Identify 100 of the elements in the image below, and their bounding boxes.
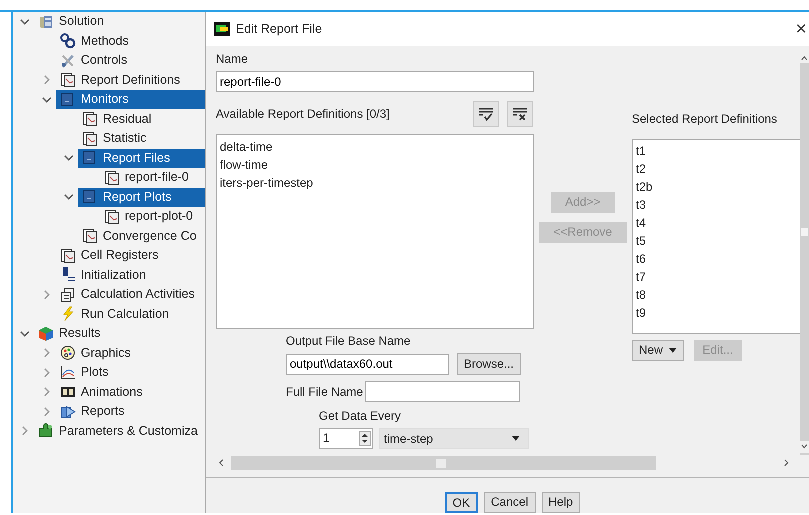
tree-item-label: Statistic — [103, 130, 147, 148]
cube-icon — [38, 326, 54, 342]
list-label: Available Report Definitions [0/3] — [216, 106, 390, 123]
chevron-icon[interactable] — [64, 193, 74, 202]
tree-item-label: Calculation Activities — [81, 286, 195, 304]
tree-item[interactable]: Statistic — [78, 129, 205, 148]
tree-item[interactable]: Solution — [34, 12, 205, 32]
chevron-icon[interactable] — [42, 96, 52, 104]
tree-item[interactable]: report-plot-0 — [100, 207, 205, 226]
document-icon — [82, 189, 98, 206]
new-button[interactable]: New — [632, 340, 684, 361]
button[interactable]: Help — [542, 492, 580, 513]
palette-icon — [60, 345, 76, 362]
tree-item-label: Cell Registers — [81, 247, 159, 264]
field-label: Get Data Every — [318, 408, 402, 425]
available-list[interactable]: delta-time flow-time iters-per-timestep — [216, 134, 534, 329]
tree-item[interactable]: report-file-0 — [100, 168, 205, 188]
list-item[interactable]: flow-time — [220, 156, 530, 174]
list-label: Selected Report Definitions — [632, 111, 778, 128]
initialization-icon — [60, 267, 76, 284]
name-field[interactable]: report-file-0 — [216, 71, 534, 92]
tree-item[interactable]: Methods — [56, 32, 205, 51]
lines-x-icon — [512, 107, 528, 121]
chart-document-icon — [60, 248, 76, 264]
tree-item-label: Report Files — [103, 150, 170, 167]
field-label: Full File Name — [286, 384, 364, 400]
vertical-scrollbar[interactable] — [800, 53, 809, 455]
tree-item[interactable]: Initialization — [56, 266, 205, 285]
tree-item-label: Monitors — [81, 91, 129, 108]
tree-item[interactable]: Reports — [56, 402, 205, 422]
spinner-arrows-icon[interactable] — [359, 431, 371, 446]
list-item[interactable]: t6 — [636, 250, 800, 268]
tree-item-label: Animations — [81, 384, 143, 401]
tree-item[interactable]: Plots — [56, 363, 205, 382]
line-chart-icon — [60, 364, 76, 381]
tree-item-label: Plots — [81, 364, 109, 382]
caret-icon — [512, 436, 520, 441]
chart-document-icon — [82, 228, 98, 244]
tree-item-label: Report Plots — [103, 188, 172, 206]
window-icon — [214, 22, 230, 36]
chart-document-icon — [82, 130, 98, 147]
button[interactable]: Browse... — [457, 353, 522, 375]
list-item[interactable]: t2b — [636, 178, 800, 196]
close-button[interactable]: × — [796, 20, 809, 38]
tree-item[interactable]: Animations — [56, 382, 205, 402]
tree-item-label: Graphics — [81, 344, 132, 362]
stacked-pages-icon — [60, 286, 76, 303]
tree-item[interactable]: Controls — [56, 51, 205, 70]
tree-item-label: Convergence Co — [103, 228, 197, 245]
tree-item[interactable]: Cell Registers — [56, 246, 205, 266]
output-file-field[interactable]: output\\datax60.out — [286, 354, 449, 374]
lines-check-icon — [478, 107, 494, 121]
gears-icon — [60, 33, 76, 50]
tree-item[interactable]: Parameters & Customiza — [34, 422, 205, 441]
chart-document-icon — [82, 111, 98, 128]
puzzle-icon — [38, 423, 54, 440]
selected-list[interactable]: t1 t2 t2b t3 t4 t5 t6 t7 t8 t9 — [632, 139, 800, 334]
list-item[interactable]: t5 — [636, 232, 800, 250]
tree-item[interactable]: Run Calculation — [56, 304, 205, 324]
list-item[interactable]: delta-time — [220, 138, 530, 156]
list-item[interactable]: t4 — [636, 214, 800, 232]
chevron-icon[interactable] — [20, 18, 30, 26]
full-file-name-field[interactable] — [365, 381, 520, 402]
list-item[interactable]: t1 — [636, 142, 800, 160]
tree-item-label: Controls — [81, 52, 128, 70]
tree-item[interactable]: Calculation Activities — [56, 285, 205, 304]
select-all-button[interactable] — [473, 101, 499, 127]
tree-item[interactable]: Report Definitions — [56, 70, 205, 90]
chart-document-icon — [104, 208, 120, 225]
list-item[interactable]: t2 — [636, 160, 800, 178]
document-icon — [60, 92, 76, 108]
tree-item-label: Residual — [103, 110, 152, 128]
tree-item[interactable]: Convergence Co — [78, 226, 205, 246]
tree-item-label: Report Definitions — [81, 72, 180, 89]
tree-item[interactable]: Monitors — [56, 90, 205, 110]
tree-item[interactable]: Results — [34, 324, 205, 344]
tree-item[interactable]: Report Files — [78, 148, 205, 168]
chevron-icon[interactable] — [64, 154, 74, 162]
chart-document-icon — [104, 170, 120, 186]
chevron-icon[interactable] — [20, 330, 30, 338]
tree-item[interactable]: Report Plots — [78, 188, 205, 207]
field-label: Output File Base Name — [286, 333, 412, 350]
button[interactable]: OK — [444, 492, 478, 513]
tree-item-label: Solution — [59, 13, 104, 30]
window-title: Edit Report File — [236, 20, 322, 38]
list-item[interactable]: t9 — [636, 304, 800, 322]
tree-item[interactable]: Residual — [78, 110, 205, 129]
list-item[interactable]: t8 — [636, 286, 800, 304]
spin-field[interactable]: 1 — [319, 428, 373, 449]
tree-item[interactable]: Graphics — [56, 344, 205, 363]
tree-item-label: report-plot-0 — [125, 208, 194, 226]
unit-dropdown[interactable]: time-step — [379, 428, 529, 449]
list-item[interactable]: t3 — [636, 196, 800, 214]
field-label: Name — [216, 51, 250, 68]
list-item[interactable]: t7 — [636, 268, 800, 286]
tree-item-label: report-file-0 — [125, 169, 189, 186]
list-item[interactable]: iters-per-timestep — [220, 174, 530, 192]
button[interactable]: Cancel — [484, 492, 536, 513]
caret-icon — [669, 348, 678, 353]
deselect-all-button[interactable] — [507, 101, 533, 127]
